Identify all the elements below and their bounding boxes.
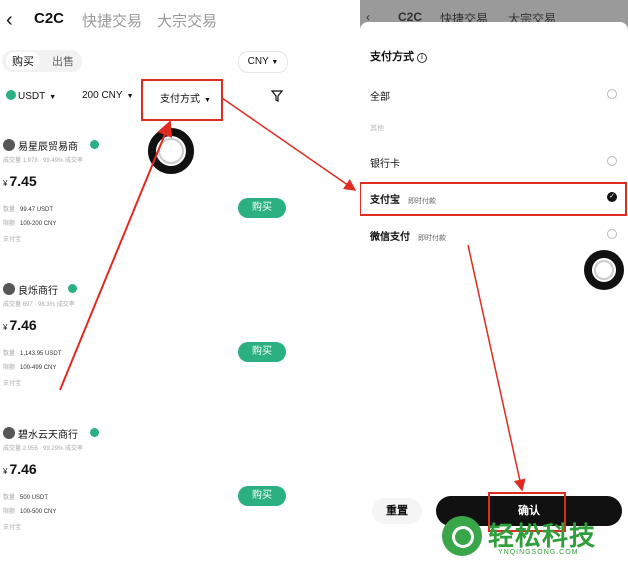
merchant-limit: 限额 100-499 CNY <box>3 365 57 371</box>
chevron-left-icon[interactable]: ‹ <box>6 9 13 32</box>
right-screen: ‹ C2C 快捷交易 大宗交易 支付方式 i 全部 其他 银行卡 支付宝 即时付款 … <box>360 0 628 561</box>
merchant-price: ¥7.45 <box>3 173 37 189</box>
tab-c2c[interactable]: C2C <box>34 10 64 27</box>
reset-button[interactable]: 重置 <box>372 498 422 524</box>
watermark-text: 轻松科技 <box>488 521 597 551</box>
merchant-quantity: 数量 500 USDT <box>3 495 49 501</box>
buy-sell-toggle: 购买 出售 <box>2 50 82 72</box>
merchant-stats: 成交量 697 · 98.3% 成交率 <box>3 302 75 308</box>
merchant-limit: 限额 100-500 CNY <box>3 509 57 515</box>
merchant-payment: 支付宝 <box>3 525 22 531</box>
tab-quick-trade[interactable]: 快捷交易 <box>82 10 142 31</box>
option-bank-card[interactable]: 银行卡 <box>370 155 400 170</box>
currency-label: CNY <box>247 56 269 67</box>
filter-icon[interactable] <box>271 90 283 102</box>
alipay-highlight <box>360 182 627 216</box>
brand-logo-icon <box>442 516 482 556</box>
merchant-name[interactable]: 易星辰贸易商 <box>18 138 78 153</box>
wechat-subtitle: 即时付款 <box>418 235 446 242</box>
sheet-title: 支付方式 i <box>370 48 427 64</box>
watermark-subtext: YNQINGSONG.COM <box>498 549 579 556</box>
touch-indicator-icon <box>584 250 624 290</box>
buy-button[interactable]: 购买 <box>238 198 286 218</box>
merchant-name[interactable]: 良烁商行 <box>18 282 58 297</box>
amount-filter-label: 200 CNY <box>82 90 123 101</box>
radio-bank-card[interactable] <box>607 156 617 166</box>
payment-method-sheet <box>360 22 628 561</box>
usdt-coin-icon <box>6 90 16 100</box>
merchant-payment: 支付宝 <box>3 381 22 387</box>
merchant-limit: 限额 100-200 CNY <box>3 221 57 227</box>
currency-select[interactable]: CNY ▼ <box>238 51 288 73</box>
merchant-quantity: 数量 99.47 USDT <box>3 207 54 213</box>
radio-all[interactable] <box>607 89 617 99</box>
merchant-stats: 成交量 1,978 · 99.49% 成交率 <box>3 158 84 164</box>
merchant-card: 碧水云天商行 成交量 2,956 · 99.29% 成交率 ¥7.46 数量 50… <box>0 426 300 556</box>
amount-filter[interactable]: 200 CNY ▼ <box>82 90 134 101</box>
touch-indicator-icon <box>148 128 194 174</box>
coin-filter[interactable]: USDT ▼ <box>6 90 56 102</box>
merchant-name[interactable]: 碧水云天商行 <box>18 426 78 441</box>
merchant-avatar <box>3 283 15 295</box>
buy-button[interactable]: 购买 <box>238 342 286 362</box>
coin-filter-label: USDT <box>18 91 46 102</box>
info-icon[interactable]: i <box>417 53 427 63</box>
top-bar: ‹ C2C 快捷交易 大宗交易 <box>0 0 300 40</box>
verified-badge-icon <box>68 284 77 293</box>
watermark-logo: 轻松科技 YNQINGSONG.COM <box>442 512 628 561</box>
merchant-quantity: 数量 1,143.95 USDT <box>3 351 62 357</box>
merchant-stats: 成交量 2,956 · 99.29% 成交率 <box>3 446 84 452</box>
buy-segment[interactable]: 购买 <box>6 52 40 70</box>
verified-badge-icon <box>90 140 99 149</box>
buy-button[interactable]: 购买 <box>238 486 286 506</box>
left-screen: ‹ C2C 快捷交易 大宗交易 购买 出售 CNY ▼ USDT ▼ 200 CN… <box>0 0 300 561</box>
payment-filter-highlight <box>141 79 223 121</box>
sell-segment[interactable]: 出售 <box>52 53 74 69</box>
option-wechat-pay[interactable]: 微信支付 即时付款 <box>370 228 446 243</box>
merchant-payment: 支付宝 <box>3 237 22 243</box>
other-section-label: 其他 <box>370 125 384 132</box>
verified-badge-icon <box>90 428 99 437</box>
tab-bulk-trade[interactable]: 大宗交易 <box>157 10 217 31</box>
merchant-avatar <box>3 139 15 151</box>
option-all[interactable]: 全部 <box>370 88 390 103</box>
merchant-card: 良烁商行 成交量 697 · 98.3% 成交率 ¥7.46 数量 1,143.9… <box>0 282 300 412</box>
merchant-avatar <box>3 427 15 439</box>
radio-wechat-pay[interactable] <box>607 229 617 239</box>
merchant-price: ¥7.46 <box>3 317 37 333</box>
merchant-price: ¥7.46 <box>3 461 37 477</box>
